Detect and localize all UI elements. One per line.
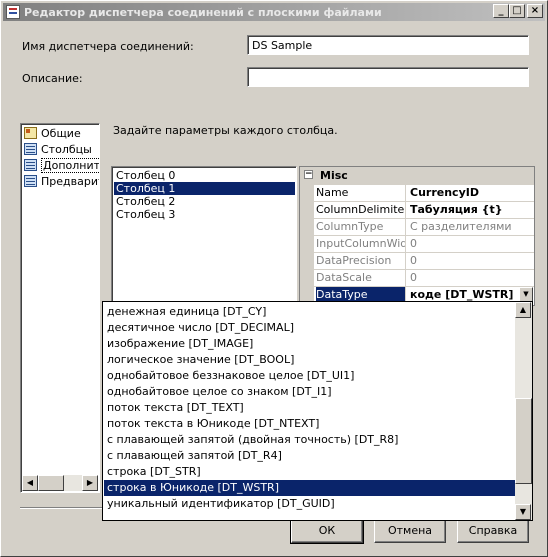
- dropdown-option[interactable]: однобайтовое целое со знаком [DT_I1]: [104, 384, 515, 400]
- nav-item-label: Дополните: [41, 157, 99, 173]
- dropdown-option[interactable]: с плавающей запятой (двойная точность) […: [104, 432, 515, 448]
- property-value: 0: [410, 254, 417, 267]
- property-value: 0: [410, 271, 417, 284]
- property-value[interactable]: CurrencyID: [410, 185, 534, 201]
- flat-file-connection-manager-editor: Редактор диспетчера соединений с плоским…: [0, 0, 548, 557]
- dropdown-vertical-scrollbar[interactable]: ▲ ▼: [515, 302, 532, 520]
- chevron-down-icon[interactable]: ▼: [519, 287, 533, 302]
- connection-name-field[interactable]: DS Sample: [247, 35, 529, 55]
- window-title: Редактор диспетчера соединений с плоским…: [24, 5, 382, 19]
- app-icon: [6, 5, 20, 19]
- dropdown-option[interactable]: изображение [DT_IMAGE]: [104, 336, 515, 352]
- property-grid: − Misc Name CurrencyID ColumnDelimiter Т…: [299, 166, 535, 306]
- property-row-column-delimiter[interactable]: ColumnDelimiter Табуляция {t}: [300, 201, 534, 218]
- dropdown-option[interactable]: логическое значение [DT_BOOL]: [104, 352, 515, 368]
- dropdown-option[interactable]: строка в Юникоде [DT_WSTR]: [104, 480, 515, 496]
- row-gutter: [300, 270, 314, 286]
- row-gutter: [300, 253, 314, 269]
- property-name: DataScale: [316, 270, 406, 286]
- row-gutter: [300, 236, 314, 252]
- columns-icon: [24, 143, 37, 155]
- dropdown-option[interactable]: поток текста в Юникоде [DT_NTEXT]: [104, 416, 515, 432]
- dropdown-option[interactable]: с плавающей запятой [DT_R4]: [104, 448, 515, 464]
- list-item[interactable]: Столбец 1: [114, 182, 295, 195]
- category-label: Misc: [320, 169, 348, 182]
- scroll-left-icon[interactable]: ◀: [22, 475, 38, 491]
- property-name: ColumnDelimiter: [316, 202, 406, 218]
- dropdown-option[interactable]: поток текста [DT_TEXT]: [104, 400, 515, 416]
- list-item[interactable]: Столбец 2: [114, 195, 295, 208]
- nav-item-label: Предварит: [41, 174, 100, 188]
- nav-horizontal-scrollbar[interactable]: ◀ ▶: [22, 475, 98, 491]
- nav-item-label: Общие: [41, 126, 81, 140]
- description-label: Описание:: [22, 72, 83, 85]
- property-name: Name: [316, 185, 406, 201]
- property-row-data-scale[interactable]: DataScale 0: [300, 269, 534, 286]
- property-value[interactable]: Табуляция {t}: [410, 202, 534, 218]
- property-value: С разделителями: [410, 220, 512, 233]
- list-item[interactable]: Столбец 3: [114, 208, 295, 221]
- row-gutter: [300, 202, 314, 218]
- property-category-misc[interactable]: − Misc: [300, 167, 534, 184]
- preview-icon: [24, 175, 37, 187]
- collapse-icon[interactable]: −: [304, 170, 313, 179]
- row-gutter: [300, 219, 314, 235]
- scroll-right-icon[interactable]: ▶: [82, 475, 98, 491]
- property-row-input-column-width[interactable]: InputColumnWidth 0: [300, 235, 534, 252]
- data-type-dropdown-list: денежная единица [DT_CY] десятичное числ…: [102, 301, 533, 521]
- dropdown-option[interactable]: десятичное число [DT_DECIMAL]: [104, 320, 515, 336]
- description-field[interactable]: [247, 67, 529, 87]
- nav-item-label: Столбцы: [41, 142, 92, 156]
- close-button[interactable]: ×: [527, 4, 543, 18]
- cancel-button[interactable]: Отмена: [374, 519, 446, 543]
- scroll-down-icon[interactable]: ▼: [515, 504, 531, 520]
- instruction-text: Задайте параметры каждого столбца.: [113, 124, 338, 137]
- property-name: ColumnType: [316, 219, 406, 235]
- ok-button[interactable]: ОК: [290, 518, 364, 544]
- property-row-name[interactable]: Name CurrencyID: [300, 184, 534, 201]
- advanced-icon: [24, 159, 37, 171]
- property-row-data-precision[interactable]: DataPrecision 0: [300, 252, 534, 269]
- list-item[interactable]: Столбец 0: [114, 169, 295, 182]
- maximize-button[interactable]: □: [509, 4, 525, 18]
- minimize-button[interactable]: _: [493, 4, 509, 18]
- row-gutter: [300, 185, 314, 201]
- window-controls: _ □ ×: [493, 4, 543, 18]
- nav-item-preview[interactable]: Предварит: [24, 174, 100, 188]
- property-value: 0: [410, 237, 417, 250]
- property-row-column-type[interactable]: ColumnType С разделителями: [300, 218, 534, 235]
- scroll-thumb[interactable]: [515, 398, 532, 484]
- general-icon: [24, 127, 37, 139]
- dropdown-option[interactable]: однобайтовое беззнаковое целое [DT_UI1]: [104, 368, 515, 384]
- dropdown-option[interactable]: денежная единица [DT_CY]: [104, 304, 515, 320]
- nav-item-columns[interactable]: Столбцы: [24, 142, 92, 156]
- scroll-up-icon[interactable]: ▲: [515, 302, 531, 318]
- connection-name-label: Имя диспетчера соединений:: [22, 40, 194, 53]
- dropdown-option[interactable]: уникальный идентификатор [DT_GUID]: [104, 496, 515, 512]
- dropdown-option[interactable]: строка [DT_STR]: [104, 464, 515, 480]
- nav-item-advanced[interactable]: Дополните: [24, 157, 99, 173]
- property-name: DataPrecision: [316, 253, 406, 269]
- help-button[interactable]: Справка: [457, 519, 529, 543]
- nav-item-general[interactable]: Общие: [24, 126, 81, 140]
- property-name: InputColumnWidth: [316, 236, 406, 252]
- page-nav-panel: Общие Столбцы Дополните Предварит ◀ ▶: [20, 123, 100, 493]
- title-bar[interactable]: Редактор диспетчера соединений с плоским…: [3, 3, 545, 21]
- scroll-thumb[interactable]: [38, 475, 64, 491]
